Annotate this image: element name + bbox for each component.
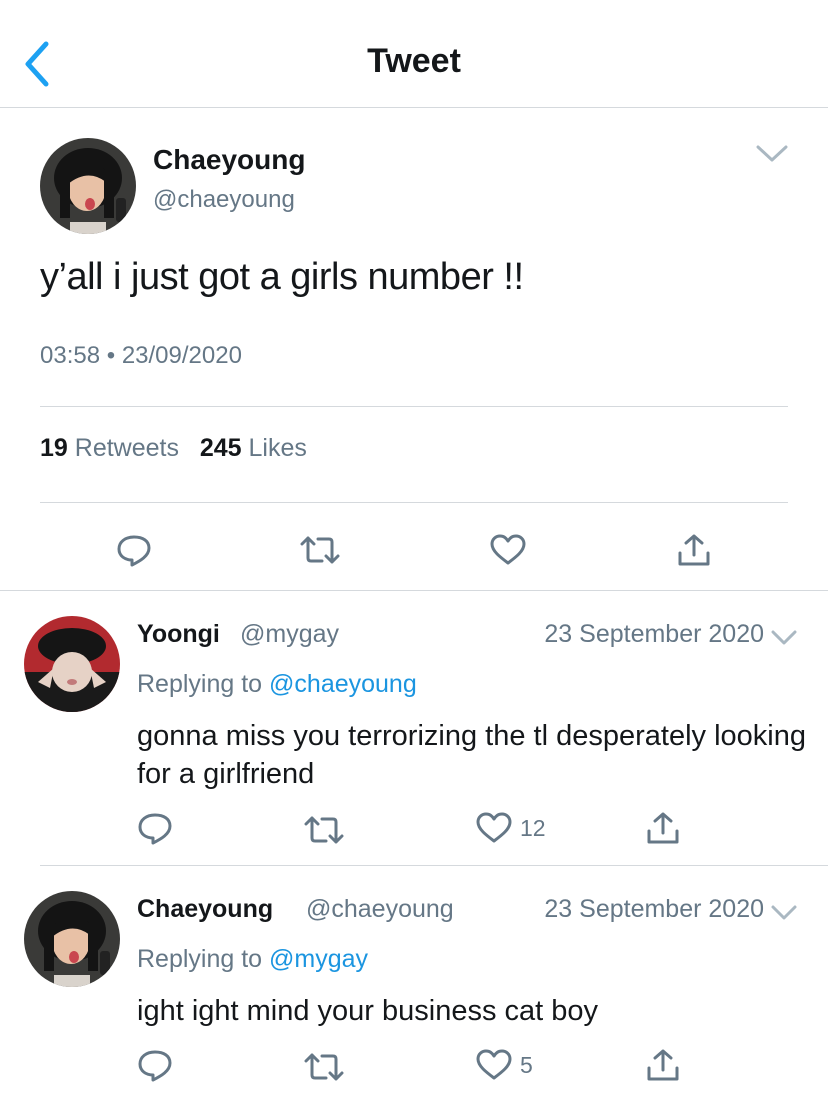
author-name[interactable]: Chaeyoung xyxy=(153,144,305,176)
more-options-button[interactable] xyxy=(754,142,790,166)
divider xyxy=(40,865,828,866)
reply-button[interactable] xyxy=(112,528,156,572)
reply-tweet[interactable]: Chaeyoung @chaeyoung 23 September 2020 R… xyxy=(0,867,828,1100)
mention-link[interactable]: @chaeyoung xyxy=(269,670,417,698)
retweet-button[interactable] xyxy=(298,528,342,572)
reply-text: ight ight mind your business cat boy xyxy=(137,995,599,1027)
more-options-button[interactable] xyxy=(770,628,798,648)
author-handle[interactable]: @chaeyoung xyxy=(306,895,454,924)
reply-date: 23 September 2020 xyxy=(544,895,764,923)
like-count: 5 xyxy=(520,1051,533,1078)
chevron-down-icon xyxy=(756,145,788,162)
reply-tweet[interactable]: Yoongi @mygay 23 September 2020 Replying… xyxy=(0,592,828,866)
share-button[interactable] xyxy=(672,528,716,572)
mention-link[interactable]: @mygay xyxy=(269,945,368,973)
like-count: 12 xyxy=(520,814,546,841)
reply-button[interactable] xyxy=(137,808,173,848)
like-icon xyxy=(476,1049,512,1081)
like-button[interactable]: 5 xyxy=(476,1045,533,1085)
reply-icon xyxy=(138,813,172,845)
replying-label: Replying to xyxy=(137,670,263,698)
top-bar: Tweet xyxy=(0,0,828,108)
retweets-stat[interactable]: 19 Retweets xyxy=(40,434,179,462)
page-title: Tweet xyxy=(367,42,461,80)
author-handle[interactable]: @mygay xyxy=(240,620,339,649)
author-handle[interactable]: @chaeyoung xyxy=(153,186,295,214)
share-icon xyxy=(647,812,679,844)
replying-label: Replying to xyxy=(137,945,263,973)
retweet-button[interactable] xyxy=(304,810,344,850)
share-button[interactable] xyxy=(646,808,680,848)
author-name[interactable]: Yoongi xyxy=(137,620,220,649)
retweets-count: 19 xyxy=(40,434,68,462)
replying-to: Replying to @mygay xyxy=(137,945,368,974)
retweet-icon xyxy=(300,536,340,564)
divider xyxy=(40,406,788,407)
divider xyxy=(40,502,788,503)
reply-text: gonna miss you terrorizing the tl desper… xyxy=(137,720,806,790)
reply-button[interactable] xyxy=(137,1045,173,1085)
avatar[interactable] xyxy=(24,891,120,987)
likes-stat[interactable]: 245 Likes xyxy=(200,434,307,462)
likes-count: 245 xyxy=(199,434,242,462)
likes-label: Likes xyxy=(248,434,307,462)
chevron-down-icon xyxy=(771,905,797,920)
like-icon xyxy=(476,812,512,844)
retweet-button[interactable] xyxy=(304,1047,344,1087)
more-options-button[interactable] xyxy=(770,903,798,923)
avatar[interactable] xyxy=(40,138,136,234)
retweet-icon xyxy=(304,1053,344,1081)
like-button[interactable]: 12 xyxy=(476,808,546,848)
like-button[interactable] xyxy=(486,528,530,572)
reply-icon xyxy=(117,535,151,567)
retweet-icon xyxy=(304,816,344,844)
tweet-timestamp: 03:58 • 23/09/2020 xyxy=(40,342,242,370)
tweet-time: 03:58 xyxy=(40,342,101,369)
main-tweet: Chaeyoung @chaeyoung y’all i just got a … xyxy=(0,108,828,591)
reply-icon xyxy=(138,1050,172,1082)
replying-to: Replying to @chaeyoung xyxy=(137,670,417,699)
chevron-down-icon xyxy=(771,630,797,645)
timestamp-separator: • xyxy=(106,342,116,369)
author-name[interactable]: Chaeyoung xyxy=(137,895,273,924)
reply-date: 23 September 2020 xyxy=(544,620,764,648)
tweet-date: 23/09/2020 xyxy=(121,342,242,369)
retweets-label: Retweets xyxy=(74,434,179,462)
tweet-text: y’all i just got a girls number !! xyxy=(40,256,524,298)
share-icon xyxy=(647,1049,679,1081)
like-icon xyxy=(490,534,526,565)
avatar[interactable] xyxy=(24,616,120,712)
share-button[interactable] xyxy=(646,1045,680,1085)
tweet-stats: 19 Retweets 245 Likes xyxy=(40,434,307,463)
share-icon xyxy=(678,534,710,566)
